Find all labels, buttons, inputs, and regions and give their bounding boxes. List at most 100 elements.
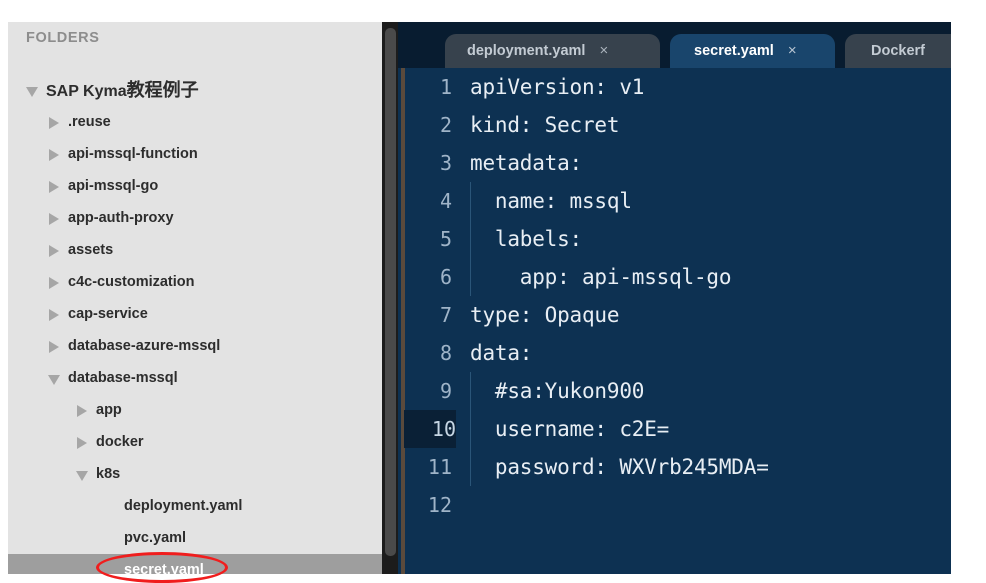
app-window: FOLDERS SAP Kyma教程例子 .reuse api-mssql-func… bbox=[0, 0, 986, 583]
chevron-down-icon[interactable] bbox=[76, 458, 90, 490]
line-number: 2 bbox=[439, 113, 452, 137]
tree-item-label: database-azure-mssql bbox=[68, 338, 221, 354]
code-text: name: mssql bbox=[470, 189, 632, 213]
tree-item-pvc-yaml[interactable]: pvc.yaml bbox=[8, 522, 382, 554]
close-icon[interactable]: × bbox=[788, 34, 797, 68]
chevron-right-icon[interactable] bbox=[48, 266, 62, 298]
code-text: apiVersion: v1 bbox=[470, 75, 645, 99]
tree-item-secret-yaml[interactable]: secret.yaml bbox=[8, 554, 382, 574]
code-text: type: Opaque bbox=[470, 303, 620, 327]
tree-item-api-mssql-go[interactable]: api-mssql-go bbox=[8, 170, 382, 202]
code-line[interactable]: 5 labels: bbox=[398, 220, 951, 258]
code-line[interactable]: 9 #sa:Yukon900 bbox=[398, 372, 951, 410]
tree-item-app[interactable]: app bbox=[8, 394, 382, 426]
code-line[interactable]: 2 kind: Secret bbox=[398, 106, 951, 144]
chevron-right-icon[interactable] bbox=[48, 138, 62, 170]
code-text: metadata: bbox=[470, 151, 582, 175]
line-number: 12 bbox=[427, 493, 452, 517]
line-number: 1 bbox=[439, 75, 452, 99]
line-number: 6 bbox=[439, 265, 452, 289]
code-text: data: bbox=[470, 341, 533, 365]
chevron-right-icon[interactable] bbox=[76, 394, 90, 426]
tree-item-label: secret.yaml bbox=[124, 562, 204, 574]
editor-tab-label: Dockerf bbox=[871, 43, 925, 59]
tree-item-reuse[interactable]: .reuse bbox=[8, 106, 382, 138]
tree-item-label: docker bbox=[96, 434, 144, 450]
tree-item-label: app bbox=[96, 402, 122, 418]
code-line[interactable]: 4 name: mssql bbox=[398, 182, 951, 220]
tree-item-database-mssql[interactable]: database-mssql bbox=[8, 362, 382, 394]
tree-item-k8s[interactable]: k8s bbox=[8, 458, 382, 490]
code-line[interactable]: 11 password: WXVrb245MDA= bbox=[398, 448, 951, 486]
tree-item-label: .reuse bbox=[68, 114, 111, 130]
editor-tab-label: secret.yaml bbox=[694, 43, 774, 59]
folder-tree: SAP Kyma教程例子 .reuse api-mssql-function api-… bbox=[8, 74, 382, 574]
line-number: 8 bbox=[439, 341, 452, 365]
editor-tab-dockerf[interactable]: Dockerf bbox=[845, 34, 951, 68]
tree-item-label: assets bbox=[68, 242, 114, 258]
chevron-right-icon[interactable] bbox=[48, 106, 62, 138]
tree-item-label: pvc.yaml bbox=[124, 530, 187, 546]
line-number: 10 bbox=[404, 410, 456, 448]
tree-item-sap-kyma[interactable]: SAP Kyma教程例子 bbox=[8, 74, 382, 106]
line-number: 5 bbox=[439, 227, 452, 251]
tree-item-database-azure-mssql[interactable]: database-azure-mssql bbox=[8, 330, 382, 362]
close-icon[interactable]: × bbox=[599, 34, 608, 68]
tree-item-c4c-customization[interactable]: c4c-customization bbox=[8, 266, 382, 298]
code-line[interactable]: 10 username: c2E= bbox=[398, 410, 951, 448]
tree-item-app-auth-proxy[interactable]: app-auth-proxy bbox=[8, 202, 382, 234]
pane-divider bbox=[382, 22, 398, 574]
tree-item-label: c4c-customization bbox=[68, 274, 195, 290]
chevron-down-icon[interactable] bbox=[48, 362, 62, 394]
line-number: 3 bbox=[439, 151, 452, 175]
tree-item-assets[interactable]: assets bbox=[8, 234, 382, 266]
chevron-right-icon[interactable] bbox=[48, 298, 62, 330]
tree-item-cap-service[interactable]: cap-service bbox=[8, 298, 382, 330]
chevron-right-icon[interactable] bbox=[48, 170, 62, 202]
code-line[interactable]: 7 type: Opaque bbox=[398, 296, 951, 334]
code-text: labels: bbox=[470, 227, 582, 251]
line-number: 7 bbox=[439, 303, 452, 327]
chevron-down-icon[interactable] bbox=[26, 74, 40, 106]
code-line[interactable]: 3 metadata: bbox=[398, 144, 951, 182]
tree-item-label: api-mssql-function bbox=[68, 146, 198, 162]
code-text: app: api-mssql-go bbox=[470, 265, 732, 289]
line-number: 4 bbox=[439, 189, 452, 213]
editor-tab-secret-yaml[interactable]: secret.yaml × bbox=[670, 34, 835, 68]
code-editor-pane: deployment.yaml × secret.yaml × Dockerf 1 api… bbox=[398, 22, 951, 574]
line-number: 9 bbox=[439, 379, 452, 403]
tree-item-label: app-auth-proxy bbox=[68, 210, 174, 226]
tree-item-deployment-yaml[interactable]: deployment.yaml bbox=[8, 490, 382, 522]
chevron-right-icon[interactable] bbox=[48, 234, 62, 266]
no-chevron-icon bbox=[104, 490, 118, 522]
code-line[interactable]: 12 bbox=[398, 486, 951, 524]
no-chevron-icon bbox=[104, 522, 118, 554]
code-text: #sa:Yukon900 bbox=[470, 379, 645, 403]
chevron-right-icon[interactable] bbox=[48, 202, 62, 234]
tree-item-label: api-mssql-go bbox=[68, 178, 159, 194]
no-chevron-icon bbox=[104, 554, 118, 574]
tree-item-label: deployment.yaml bbox=[124, 498, 243, 514]
code-text: password: WXVrb245MDA= bbox=[470, 455, 769, 479]
editor-tab-deployment-yaml[interactable]: deployment.yaml × bbox=[445, 34, 660, 68]
tree-item-api-mssql-function[interactable]: api-mssql-function bbox=[8, 138, 382, 170]
code-line[interactable]: 8 data: bbox=[398, 334, 951, 372]
tree-item-label: k8s bbox=[96, 466, 121, 482]
code-line[interactable]: 6 app: api-mssql-go bbox=[398, 258, 951, 296]
tree-item-label: cap-service bbox=[68, 306, 148, 322]
tree-item-docker[interactable]: docker bbox=[8, 426, 382, 458]
line-number: 11 bbox=[427, 455, 452, 479]
file-tree-sidebar: FOLDERS SAP Kyma教程例子 .reuse api-mssql-func… bbox=[8, 22, 382, 574]
tree-item-label: database-mssql bbox=[68, 370, 178, 386]
code-text: kind: Secret bbox=[470, 113, 620, 137]
chevron-right-icon[interactable] bbox=[76, 426, 90, 458]
chevron-right-icon[interactable] bbox=[48, 330, 62, 362]
tree-item-label: SAP Kyma教程例子 bbox=[46, 80, 199, 100]
editor-tab-bar: deployment.yaml × secret.yaml × Dockerf bbox=[398, 22, 951, 68]
editor-tab-label: deployment.yaml bbox=[467, 43, 586, 59]
folders-header: FOLDERS bbox=[26, 30, 100, 46]
code-text: username: c2E= bbox=[470, 417, 670, 441]
code-content-area[interactable]: 1 apiVersion: v1 2 kind: Secret 3 metadata: 4 … bbox=[398, 68, 951, 574]
code-line[interactable]: 1 apiVersion: v1 bbox=[398, 68, 951, 106]
sidebar-scrollbar-thumb[interactable] bbox=[385, 28, 396, 556]
